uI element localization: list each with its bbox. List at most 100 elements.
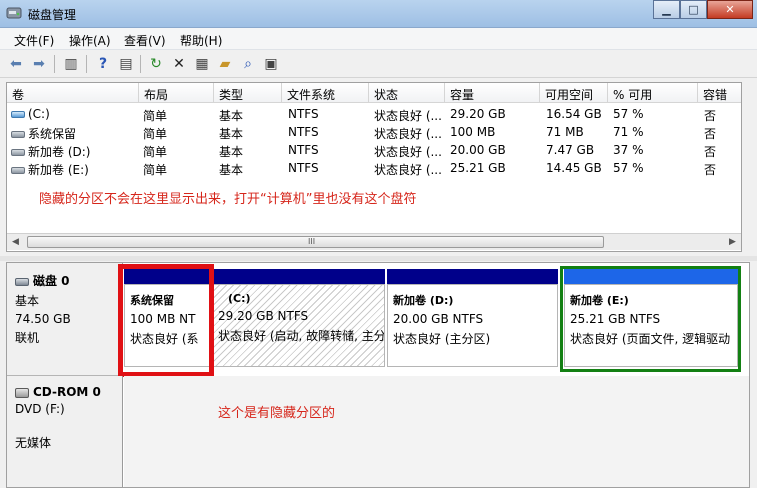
table-row[interactable]: 新加卷 (E:) 简单 基本 NTFS 状态良好 (... 25.21 GB 1…: [7, 159, 741, 177]
partition-bar: [387, 269, 558, 284]
toolbar-separator: [54, 55, 55, 73]
cdrom-region[interactable]: [124, 376, 749, 487]
volume-icon: [11, 111, 25, 118]
pane-splitter[interactable]: [0, 256, 757, 261]
col-capacity[interactable]: 容量: [445, 83, 540, 103]
cdrom-media: 无媒体: [15, 436, 52, 450]
partition-name: 新加卷 (D:): [393, 294, 454, 307]
toolbar-separator: [140, 55, 141, 73]
open-folder-icon[interactable]: ▰: [216, 55, 234, 73]
back-icon[interactable]: ⬅: [7, 55, 25, 73]
volume-type: 基本: [219, 163, 244, 177]
horizontal-scrollbar[interactable]: ◀ III ▶: [7, 233, 741, 250]
col-type[interactable]: 类型: [214, 83, 282, 103]
partition-d[interactable]: 新加卷 (D:) 20.00 GB NTFS 状态良好 (主分区): [387, 269, 558, 367]
scroll-grip: III: [308, 237, 316, 246]
table-row[interactable]: 系统保留 简单 基本 NTFS 状态良好 (... 100 MB 71 MB 7…: [7, 123, 741, 141]
cdrom-type: DVD (F:): [15, 402, 65, 416]
volume-fault: 否: [704, 163, 717, 177]
partition-size: 20.00 GB NTFS: [393, 312, 484, 326]
toolbar-separator: [86, 55, 87, 73]
maximize-icon: □: [688, 3, 699, 16]
partition-size: 29.20 GB NTFS: [218, 309, 309, 323]
delete-icon[interactable]: ✕: [170, 55, 188, 73]
close-icon: ✕: [725, 3, 735, 16]
cdrom-name: CD-ROM 0: [33, 385, 101, 399]
properties-list-icon[interactable]: ▤: [117, 55, 135, 73]
green-highlight-box: [560, 266, 741, 372]
volume-free: 16.54 GB: [546, 107, 602, 121]
volume-percent: 57 %: [613, 161, 644, 175]
volume-fault: 否: [704, 109, 717, 123]
volume-percent: 57 %: [613, 107, 644, 121]
volume-icon: [11, 131, 25, 138]
volume-name: 新加卷 (E:): [28, 163, 89, 177]
volume-name: 系统保留: [28, 127, 77, 141]
red-highlight-box: [118, 264, 214, 377]
close-button[interactable]: ✕: [707, 0, 753, 19]
disk-name: 磁盘 0: [33, 274, 70, 288]
col-filesystem[interactable]: 文件系统: [282, 83, 369, 103]
refresh-icon[interactable]: ↻: [147, 55, 165, 73]
volume-layout: 简单: [143, 127, 168, 141]
menu-help[interactable]: 帮助(H): [180, 32, 222, 49]
volume-free: 7.47 GB: [546, 143, 595, 157]
volume-layout: 简单: [143, 109, 168, 123]
help-icon[interactable]: ?: [94, 55, 112, 73]
col-status[interactable]: 状态: [369, 83, 445, 103]
volume-fs: NTFS: [288, 107, 319, 121]
table-row[interactable]: 新加卷 (D:) 简单 基本 NTFS 状态良好 (... 20.00 GB 7…: [7, 141, 741, 159]
partition-status: 状态良好 (启动, 故障转储, 主分: [218, 329, 385, 343]
volume-icon: [11, 149, 25, 156]
cdrom-0-label[interactable]: CD-ROM 0 DVD (F:) 无媒体: [7, 376, 123, 487]
hidden-partition-note: 隐藏的分区不会在这里显示出来，打开“计算机”里也没有这个盘符: [39, 192, 417, 207]
disk-management-icon: [6, 7, 22, 19]
scroll-right-icon[interactable]: ▶: [724, 234, 741, 250]
minimize-icon: ▁: [662, 3, 671, 16]
hard-disk-icon: [15, 277, 29, 286]
menu-file[interactable]: 文件(F): [14, 32, 54, 49]
volume-type: 基本: [219, 127, 244, 141]
scroll-thumb[interactable]: III: [27, 236, 604, 248]
partition-name: (C:): [228, 292, 251, 305]
hidden-partition-annotation: 这个是有隐藏分区的: [218, 406, 336, 421]
window-title: 磁盘管理: [28, 8, 77, 22]
volume-name: (C:): [28, 107, 50, 121]
volume-capacity: 20.00 GB: [450, 143, 506, 157]
col-free-space[interactable]: 可用空间: [540, 83, 608, 103]
col-volume[interactable]: 卷: [7, 83, 139, 103]
show-hide-tree-icon[interactable]: ▥: [62, 55, 80, 73]
col-layout[interactable]: 布局: [139, 83, 214, 103]
search-icon[interactable]: ⌕: [239, 55, 257, 73]
menu-bar: 文件(F) 操作(A) 查看(V) 帮助(H): [0, 28, 757, 50]
col-percent-free[interactable]: % 可用: [608, 83, 698, 103]
volume-fs: NTFS: [288, 125, 319, 139]
volume-fault: 否: [704, 145, 717, 159]
settings-icon[interactable]: ▣: [262, 55, 280, 73]
scroll-left-icon[interactable]: ◀: [7, 234, 24, 250]
partition-status: 状态良好 (主分区): [393, 332, 491, 346]
minimize-button[interactable]: ▁: [653, 0, 680, 19]
menu-action[interactable]: 操作(A): [69, 32, 111, 49]
properties-icon[interactable]: ▦: [193, 55, 211, 73]
volume-layout: 简单: [143, 145, 168, 159]
partition-c[interactable]: (C:) 29.20 GB NTFS 状态良好 (启动, 故障转储, 主分: [212, 269, 385, 367]
disk-status: 联机: [15, 331, 40, 345]
title-bar: 磁盘管理 ▁ □ ✕: [0, 0, 757, 28]
menu-view[interactable]: 查看(V): [124, 32, 166, 49]
maximize-button[interactable]: □: [680, 0, 707, 19]
forward-icon[interactable]: ➡: [30, 55, 48, 73]
volume-type: 基本: [219, 145, 244, 159]
disk-0-label[interactable]: 磁盘 0 基本 74.50 GB 联机: [7, 263, 123, 376]
volume-percent: 37 %: [613, 143, 644, 157]
volume-type: 基本: [219, 109, 244, 123]
disk-size: 74.50 GB: [15, 312, 71, 326]
cd-drive-icon: [15, 387, 29, 398]
volume-fs: NTFS: [288, 161, 319, 175]
volume-status: 状态良好 (...: [374, 163, 442, 177]
table-row[interactable]: (C:) 简单 基本 NTFS 状态良好 (... 29.20 GB 16.54…: [7, 105, 741, 123]
volume-percent: 71 %: [613, 125, 644, 139]
col-fault-tolerance[interactable]: 容错: [698, 83, 741, 103]
volume-fs: NTFS: [288, 143, 319, 157]
volume-free: 71 MB: [546, 125, 584, 139]
